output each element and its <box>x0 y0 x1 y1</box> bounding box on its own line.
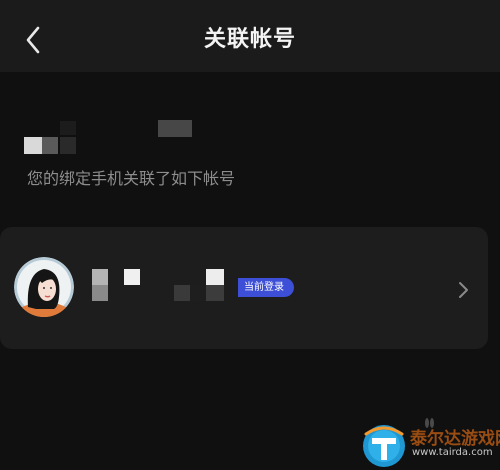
masked-account-name <box>86 265 246 305</box>
account-list-item[interactable]: 当前登录 <box>0 227 488 349</box>
app-header: 关联帐号 <box>0 0 500 72</box>
linked-accounts-description: 您的绑定手机关联了如下帐号 <box>27 169 236 188</box>
current-login-badge: 当前登录 <box>238 278 294 297</box>
watermark-url: www.tairda.com <box>412 447 493 458</box>
watermark-logo-icon <box>363 425 405 467</box>
site-watermark: 泰尔达游戏网 www.tairda.com <box>360 418 500 470</box>
page-title: 关联帐号 <box>203 27 296 52</box>
watermark-text: 泰尔达游戏网 <box>410 429 500 449</box>
avatar <box>14 257 74 317</box>
chevron-right-icon <box>459 282 468 298</box>
masked-phone-number <box>24 118 194 156</box>
